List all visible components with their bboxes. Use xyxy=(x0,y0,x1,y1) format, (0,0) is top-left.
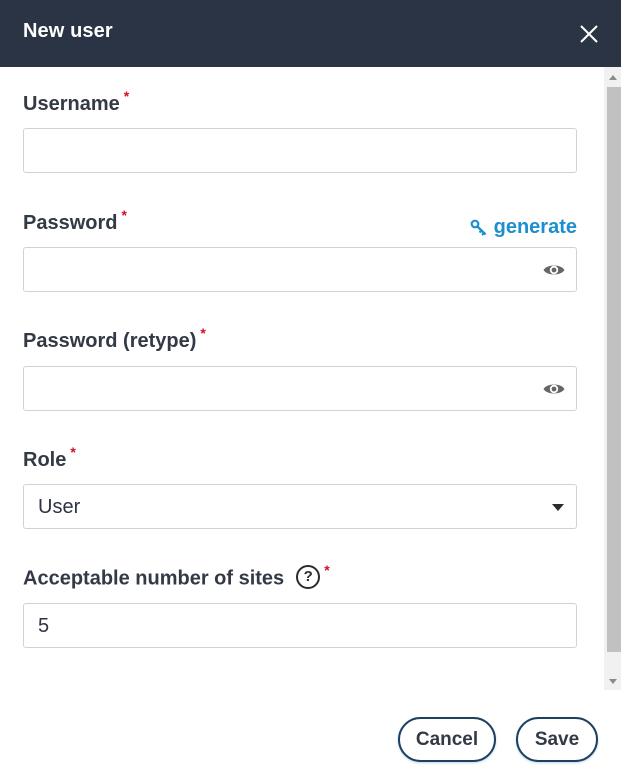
role-value: User xyxy=(38,496,81,518)
scroll-up-arrow-icon[interactable] xyxy=(609,75,617,80)
sites-value: 5 xyxy=(38,615,50,637)
eye-icon[interactable] xyxy=(542,260,566,280)
scrollbar-thumb[interactable] xyxy=(607,87,621,652)
cancel-button[interactable]: Cancel xyxy=(398,717,496,762)
save-button[interactable]: Save xyxy=(516,717,598,762)
generate-password-link[interactable]: generate xyxy=(470,216,577,239)
required-marker: * xyxy=(324,562,330,579)
password-retype-label: Password (retype) * xyxy=(23,325,206,352)
password-label: Password * xyxy=(23,207,127,234)
required-marker: * xyxy=(200,325,206,341)
close-icon[interactable] xyxy=(579,24,599,44)
username-label: Username * xyxy=(23,88,130,115)
key-icon xyxy=(470,219,486,236)
username-input[interactable] xyxy=(23,128,577,173)
eye-icon[interactable] xyxy=(542,379,566,399)
sites-input[interactable]: 5 xyxy=(23,603,577,648)
role-label: Role * xyxy=(23,444,76,471)
role-select[interactable]: User xyxy=(23,484,577,529)
help-icon[interactable]: ? xyxy=(296,565,321,589)
required-marker: * xyxy=(121,207,127,223)
password-retype-input[interactable] xyxy=(23,366,577,411)
generate-label: generate xyxy=(493,216,577,238)
scrollbar[interactable] xyxy=(604,67,621,690)
scroll-down-arrow-icon[interactable] xyxy=(609,679,617,684)
sites-label: Acceptable number of sites? * xyxy=(23,562,330,590)
dialog-header: New user xyxy=(0,0,621,67)
required-marker: * xyxy=(123,88,130,104)
chevron-down-icon[interactable] xyxy=(552,504,564,511)
dialog-title: New user xyxy=(23,20,113,42)
password-input[interactable] xyxy=(23,247,577,292)
required-marker: * xyxy=(70,444,76,460)
